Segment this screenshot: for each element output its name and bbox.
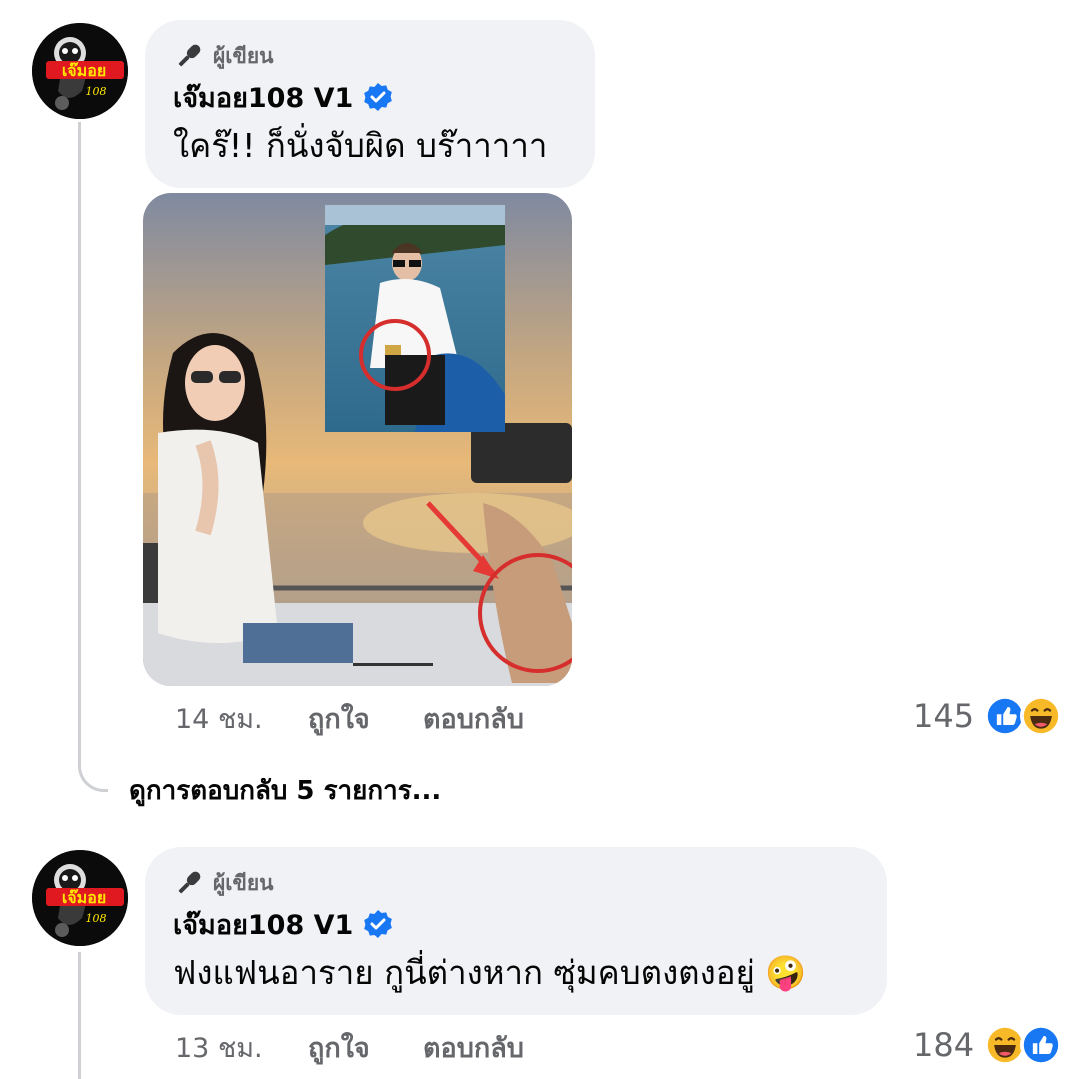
reaction-summary[interactable]: 145 bbox=[913, 694, 1063, 738]
comment-time[interactable]: 14 ชม. bbox=[175, 697, 308, 740]
like-icon bbox=[1020, 1024, 1063, 1066]
reply-button[interactable]: ตอบกลับ bbox=[423, 1026, 524, 1069]
view-replies-link[interactable]: ดูการตอบกลับ 5 รายการ... bbox=[129, 770, 441, 811]
comment-text: ใคร๊!! ก็นั่งจับผิด บร๊าาาาา bbox=[173, 126, 548, 165]
reaction-count: 145 bbox=[913, 697, 975, 735]
author-badge-label: ผู้เขียน bbox=[213, 43, 274, 68]
like-button[interactable]: ถูกใจ bbox=[308, 1026, 423, 1069]
comment-text: ฟงแฟนอาราย กูนี่ต่างหาก ซุ่มคบตงตงอยู่ 🤪 bbox=[173, 953, 807, 992]
avatar-2[interactable]: เจ๊มอย 108 bbox=[32, 850, 128, 946]
haha-icon bbox=[1020, 695, 1063, 737]
microphone-icon bbox=[178, 871, 201, 894]
reaction-summary-2[interactable]: 184 bbox=[913, 1023, 1063, 1067]
like-button[interactable]: ถูกใจ bbox=[308, 697, 423, 740]
author-badge: ผู้เขียน bbox=[173, 867, 857, 899]
avatar[interactable]: เจ๊มอย 108 bbox=[32, 23, 128, 119]
comment-bubble-2: ผู้เขียน เจ๊มอย108 V1 ฟงแฟนอาราย กูนี่ต่… bbox=[145, 847, 887, 1015]
reply-connector bbox=[78, 700, 108, 792]
comment-photo[interactable] bbox=[143, 193, 572, 686]
thread-line-2 bbox=[78, 952, 81, 1079]
comment-meta-2: 13 ชม. ถูกใจ ตอบกลับ bbox=[175, 1027, 524, 1067]
avatar-logo-text: เจ๊มอย bbox=[62, 61, 106, 80]
thread-line bbox=[78, 122, 81, 702]
verified-badge-icon bbox=[364, 83, 393, 111]
comment-time[interactable]: 13 ชม. bbox=[175, 1026, 308, 1069]
avatar-logo-number: 108 bbox=[86, 85, 107, 98]
author-badge-label: ผู้เขียน bbox=[213, 870, 274, 895]
author-badge: ผู้เขียน bbox=[173, 40, 565, 72]
reaction-count: 184 bbox=[913, 1026, 975, 1064]
reply-button[interactable]: ตอบกลับ bbox=[423, 697, 524, 740]
avatar-logo-number: 108 bbox=[86, 912, 107, 925]
comment-bubble: ผู้เขียน เจ๊มอย108 V1 ใคร๊!! ก็นั่งจับผิ… bbox=[145, 20, 595, 188]
verified-badge-icon bbox=[364, 910, 393, 938]
author-name[interactable]: เจ๊มอย108 V1 bbox=[173, 903, 353, 946]
author-name[interactable]: เจ๊มอย108 V1 bbox=[173, 76, 353, 119]
microphone-icon bbox=[178, 44, 201, 67]
avatar-logo-text: เจ๊มอย bbox=[62, 888, 106, 907]
comment-meta: 14 ชม. ถูกใจ ตอบกลับ bbox=[175, 698, 524, 738]
